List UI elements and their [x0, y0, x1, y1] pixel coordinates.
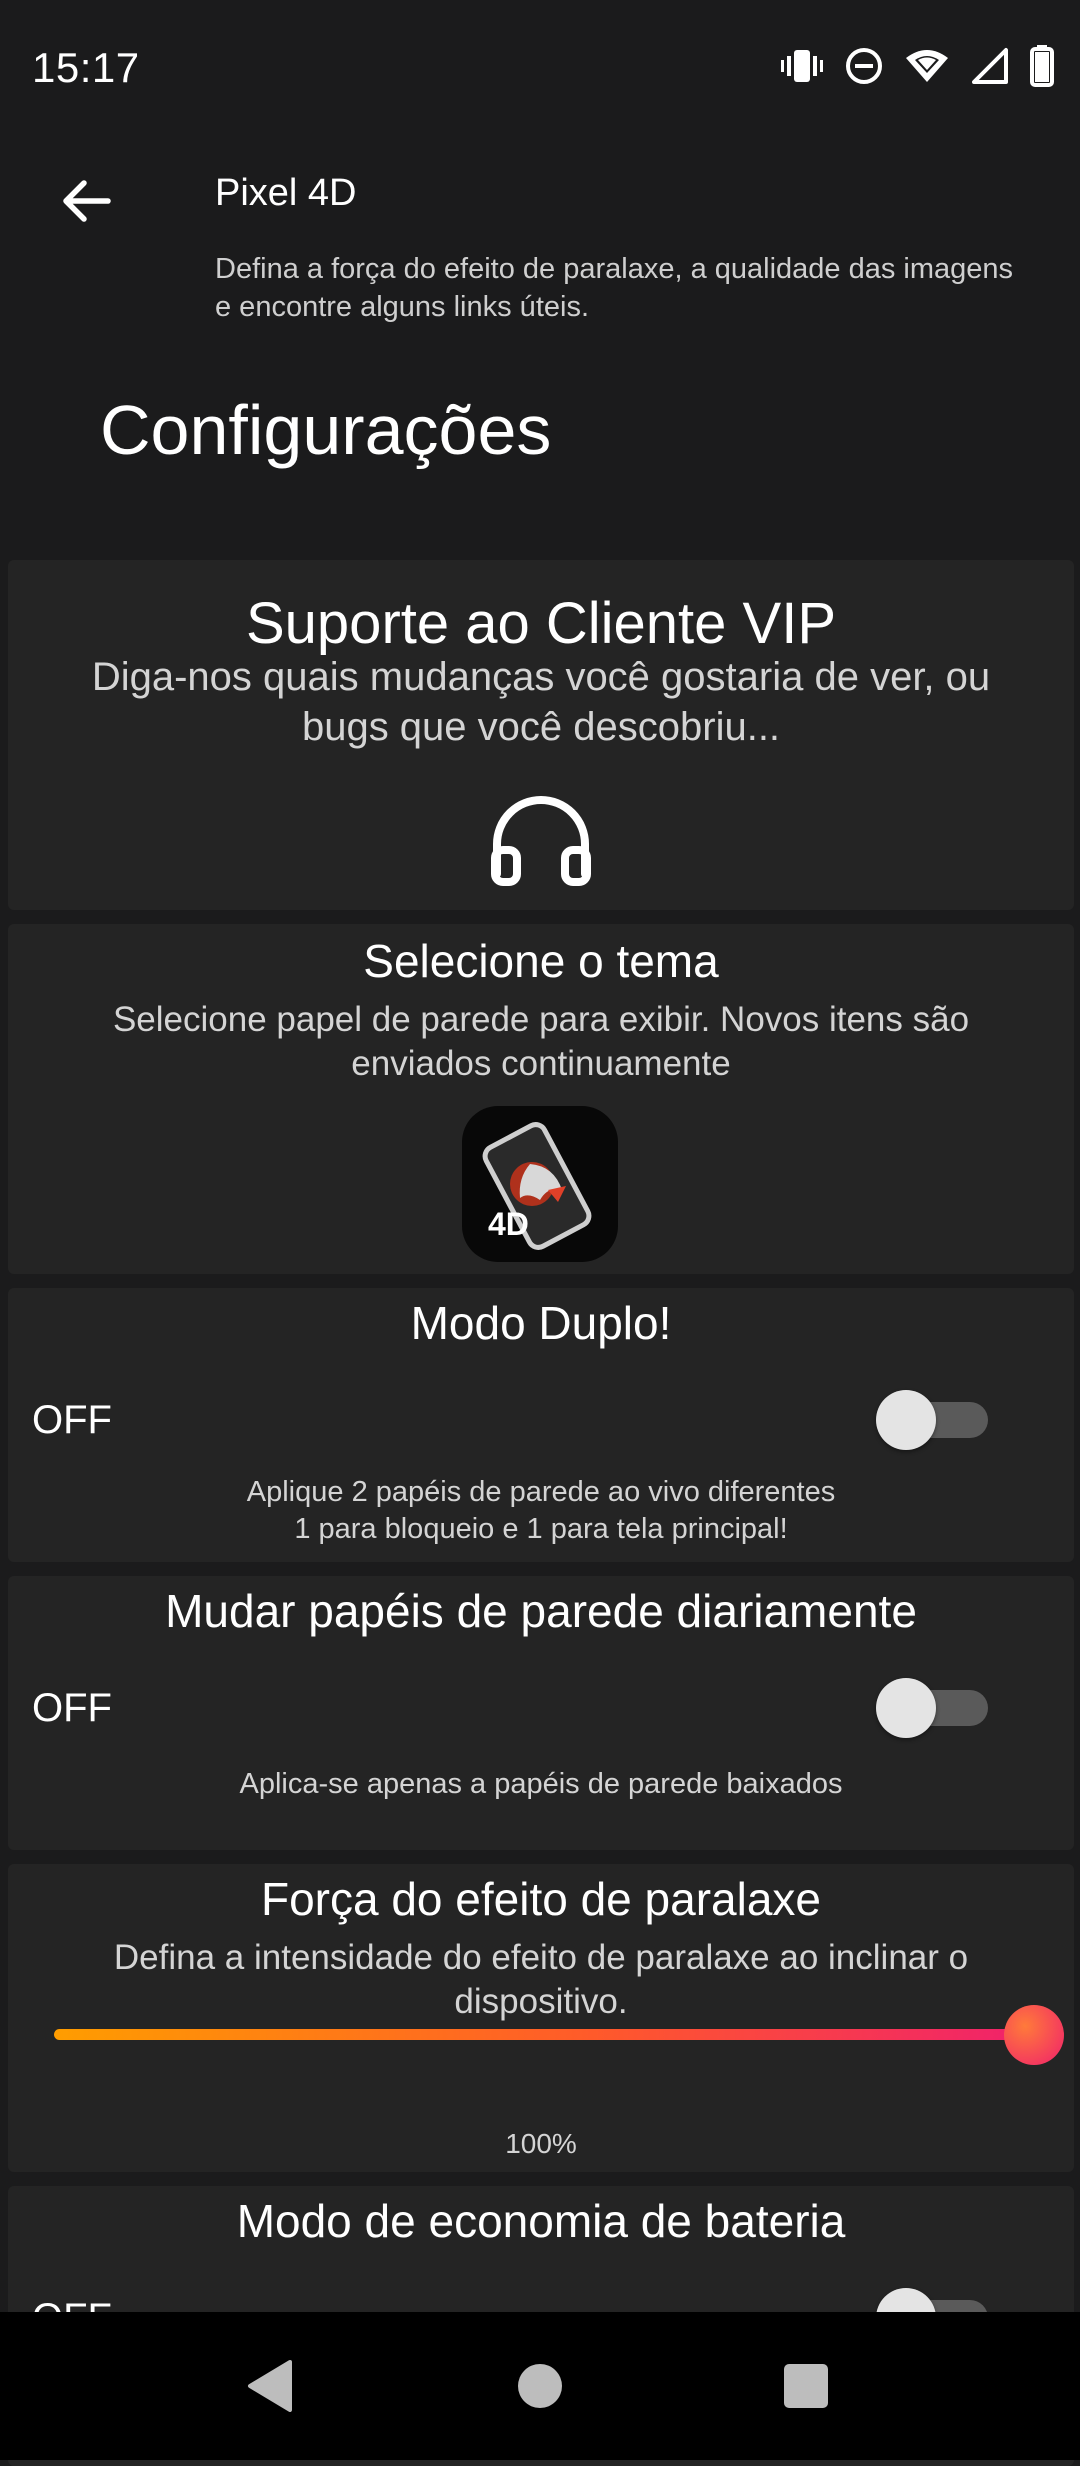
back-triangle-icon: [248, 2360, 292, 2412]
dual-mode-state: OFF: [32, 1398, 112, 1442]
status-bar: 15:17: [0, 0, 1080, 140]
do-not-disturb-icon: [844, 46, 884, 91]
theme-title: Selecione o tema: [363, 935, 719, 987]
vip-support-card[interactable]: Suporte ao Cliente VIP Diga-nos quais mu…: [8, 560, 1074, 910]
home-circle-icon: [518, 2364, 562, 2408]
dual-mode-toggle[interactable]: [876, 1390, 996, 1450]
daily-change-title: Mudar papéis de parede diariamente: [165, 1585, 917, 1637]
vibrate-icon: [780, 46, 824, 91]
dual-mode-title: Modo Duplo!: [410, 1297, 672, 1349]
theme-thumbnail-icon[interactable]: 4D: [462, 1106, 618, 1262]
headphones-icon[interactable]: [487, 788, 595, 896]
parallax-value: 100%: [505, 2128, 577, 2159]
status-icons: [780, 42, 1054, 94]
recents-square-icon: [784, 2364, 828, 2408]
slider-track: [54, 2029, 1034, 2040]
dual-mode-text-line1: Aplique 2 papéis de parede ao vivo difer…: [246, 1476, 836, 1508]
signal-icon: [970, 46, 1010, 91]
navigation-bar: [0, 2312, 1080, 2460]
daily-change-card: Mudar papéis de parede diariamente OFF A…: [8, 1576, 1074, 1850]
arrow-left-icon: [63, 180, 111, 222]
vip-support-text: Diga-nos quais mudanças você gostaria de…: [91, 655, 991, 749]
app-description: Defina a força do efeito de paralaxe, a …: [215, 253, 1014, 323]
dual-mode-card: Modo Duplo! OFF Aplique 2 papéis de pare…: [8, 1288, 1074, 1562]
theme-card[interactable]: Selecione o tema Selecione papel de pare…: [8, 924, 1074, 1274]
slider-thumb[interactable]: [1004, 2005, 1064, 2065]
battery-icon: [1030, 44, 1054, 92]
nav-home-button[interactable]: [470, 2312, 610, 2460]
nav-recents-button[interactable]: [736, 2312, 876, 2460]
status-time: 15:17: [32, 44, 140, 91]
daily-change-text: Aplica-se apenas a papéis de parede baix…: [239, 1768, 843, 1800]
wifi-icon: [904, 46, 950, 91]
dual-mode-text: Aplique 2 papéis de parede ao vivo difer…: [48, 1474, 1034, 1548]
parallax-title: Força do efeito de paralaxe: [260, 1873, 822, 1925]
daily-change-toggle[interactable]: [876, 1678, 996, 1738]
app-title: Pixel 4D: [215, 172, 357, 214]
daily-change-state: OFF: [32, 1686, 112, 1730]
page-title: Configurações: [100, 391, 552, 469]
theme-thumbnail-label: 4D: [488, 1206, 529, 1242]
back-button[interactable]: [50, 165, 122, 237]
nav-back-button[interactable]: [200, 2312, 340, 2460]
theme-text: Selecione papel de parede para exibir. N…: [112, 1000, 970, 1083]
parallax-slider[interactable]: [48, 1995, 1064, 2075]
vip-support-title: Suporte ao Cliente VIP: [245, 591, 837, 656]
battery-saver-title: Modo de economia de bateria: [236, 2195, 846, 2247]
dual-mode-text-line2: 1 para bloqueio e 1 para tela principal!: [294, 1513, 788, 1545]
